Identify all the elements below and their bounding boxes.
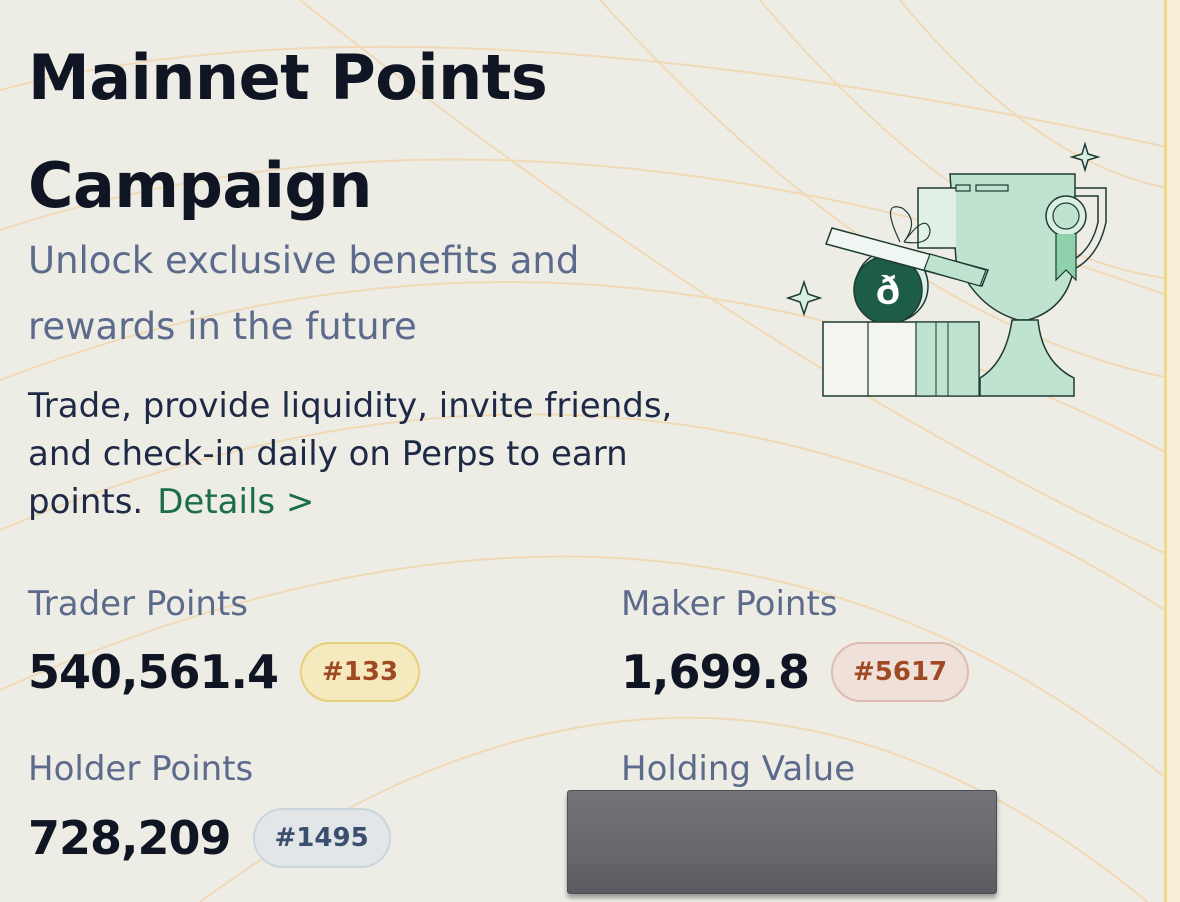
scroll-edge — [1164, 0, 1180, 902]
page-title: Mainnet Points Campaign — [28, 41, 548, 222]
trader-points-label: Trader Points — [28, 584, 249, 624]
holder-points-row: 728,209 #1495 — [28, 808, 391, 868]
trophy-illustration: ð — [785, 141, 1107, 397]
maker-points-label: Maker Points — [621, 584, 838, 624]
trader-rank-badge: #133 — [300, 642, 421, 702]
details-link[interactable]: Details > — [157, 482, 314, 522]
gift-box-icon — [822, 321, 980, 397]
page-subtitle: Unlock exclusive benefits and rewards in… — [28, 239, 580, 348]
coin-glyph: ð — [876, 269, 900, 313]
maker-points-row: 1,699.8 #5617 — [621, 642, 970, 702]
description-text: Trade, provide liquidity, invite friends… — [28, 386, 673, 522]
trader-points-value: 540,561.4 — [28, 645, 279, 699]
sparkle-icon — [1069, 141, 1101, 173]
holder-points-label: Holder Points — [28, 749, 254, 789]
holder-points-value: 728,209 — [28, 811, 232, 865]
campaign-description: Trade, provide liquidity, invite friends… — [28, 382, 728, 526]
trader-points-row: 540,561.4 #133 — [28, 642, 421, 702]
maker-rank-badge: #5617 — [830, 642, 970, 702]
redaction-block — [567, 790, 997, 894]
holding-value-label: Holding Value — [621, 749, 856, 789]
holder-rank-badge: #1495 — [252, 808, 391, 868]
sparkle-icon — [785, 279, 823, 317]
maker-points-value: 1,699.8 — [621, 645, 810, 699]
